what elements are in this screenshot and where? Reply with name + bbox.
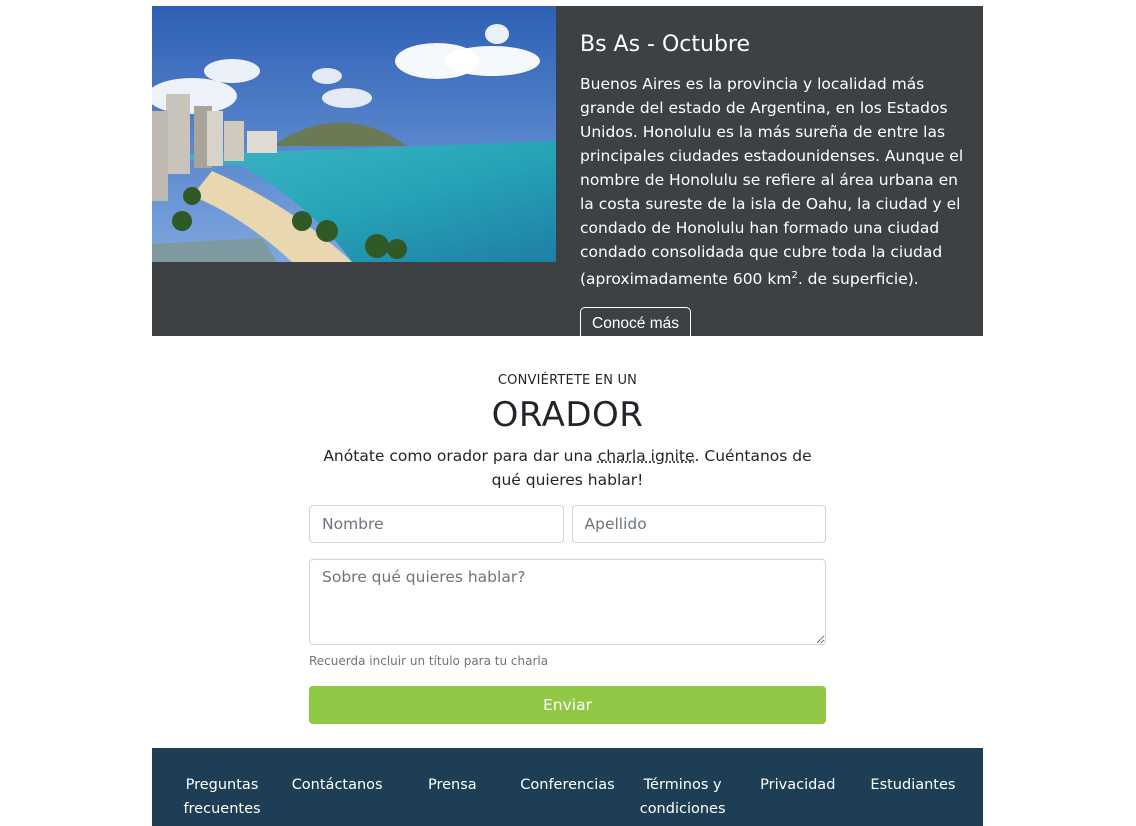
speaker-lead-before: Anótate como orador para dar una xyxy=(323,447,598,465)
hero-title: Bs As - Octubre xyxy=(580,32,751,57)
ignite-talk-link[interactable]: charla ignite xyxy=(598,447,695,465)
footer-link-press[interactable]: Prensa xyxy=(397,773,507,826)
first-name-input[interactable] xyxy=(309,505,564,543)
hero-description: Buenos Aires es la provincia y localidad… xyxy=(580,72,975,291)
hero-description-tail: . de superficie). xyxy=(797,270,919,289)
hero-description-main: Buenos Aires es la provincia y localidad… xyxy=(580,75,964,289)
speaker-title: ORADOR xyxy=(491,395,644,435)
last-name-input[interactable] xyxy=(571,505,826,543)
speaker-form: Recuerda incluir un título para tu charl… xyxy=(309,505,826,724)
hero-image xyxy=(152,6,556,262)
submit-button[interactable]: Enviar xyxy=(309,686,826,724)
footer-nav: Preguntas frecuentes Contáctanos Prensa … xyxy=(152,748,983,826)
footer-link-students[interactable]: Estudiantes xyxy=(858,773,968,826)
speaker-lead: Anótate como orador para dar una charla … xyxy=(318,444,818,492)
speaker-section: CONVIÉRTETE EN UN ORADOR Anótate como or… xyxy=(152,336,983,492)
footer-link-terms[interactable]: Términos y condiciones xyxy=(628,773,738,826)
name-row xyxy=(309,505,826,543)
footer-link-faq[interactable]: Preguntas frecuentes xyxy=(167,773,277,826)
topic-help-text: Recuerda incluir un título para tu charl… xyxy=(309,654,549,668)
footer-link-privacy[interactable]: Privacidad xyxy=(743,773,853,826)
speaker-kicker: CONVIÉRTETE EN UN xyxy=(497,373,638,388)
hero-body: Bs As - Octubre Buenos Aires es la provi… xyxy=(556,6,983,342)
hero-card: Bs As - Octubre Buenos Aires es la provi… xyxy=(152,6,983,342)
footer-link-conferences[interactable]: Conferencias xyxy=(512,773,622,826)
footer-link-contact[interactable]: Contáctanos xyxy=(282,773,392,826)
topic-textarea[interactable] xyxy=(309,559,826,645)
